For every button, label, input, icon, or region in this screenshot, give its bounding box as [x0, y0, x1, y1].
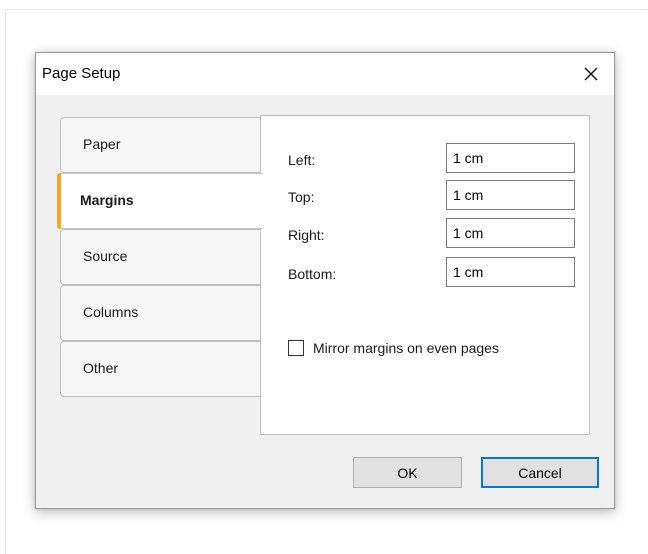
tab-label: Other	[83, 360, 119, 376]
left-margin-input[interactable]	[446, 143, 575, 173]
bottom-margin-input[interactable]	[446, 257, 575, 287]
right-label: Right:	[288, 227, 325, 243]
margins-panel: Left: Top: Right: Bottom: Mirror margins…	[260, 115, 590, 435]
top-margin-input[interactable]	[446, 180, 575, 210]
title-bar: Page Setup	[36, 53, 614, 95]
dialog-title: Page Setup	[42, 65, 121, 82]
page-setup-dialog: Page Setup Paper Margins Source Columns …	[35, 52, 615, 509]
tab-paper[interactable]: Paper	[60, 117, 263, 173]
tab-label: Columns	[83, 304, 139, 320]
active-tab-indicator	[57, 173, 61, 229]
tab-other[interactable]: Other	[60, 341, 263, 397]
tab-source[interactable]: Source	[60, 229, 263, 285]
tab-columns[interactable]: Columns	[60, 285, 263, 341]
tab-label: Margins	[80, 192, 134, 208]
ok-button[interactable]: OK	[353, 457, 462, 488]
mirror-margins-label: Mirror margins on even pages	[313, 340, 499, 356]
tab-margins[interactable]: Margins	[57, 173, 263, 229]
mirror-margins-option[interactable]: Mirror margins on even pages	[288, 340, 499, 356]
bottom-label: Bottom:	[288, 266, 337, 282]
top-label: Top:	[288, 189, 315, 205]
close-icon	[584, 67, 598, 81]
tab-label: Paper	[83, 136, 121, 152]
left-label: Left:	[288, 152, 316, 168]
tab-label: Source	[83, 248, 128, 264]
cancel-button[interactable]: Cancel	[481, 457, 599, 488]
mirror-margins-checkbox[interactable]	[288, 340, 304, 356]
right-margin-input[interactable]	[446, 218, 575, 248]
close-button[interactable]	[568, 53, 614, 95]
